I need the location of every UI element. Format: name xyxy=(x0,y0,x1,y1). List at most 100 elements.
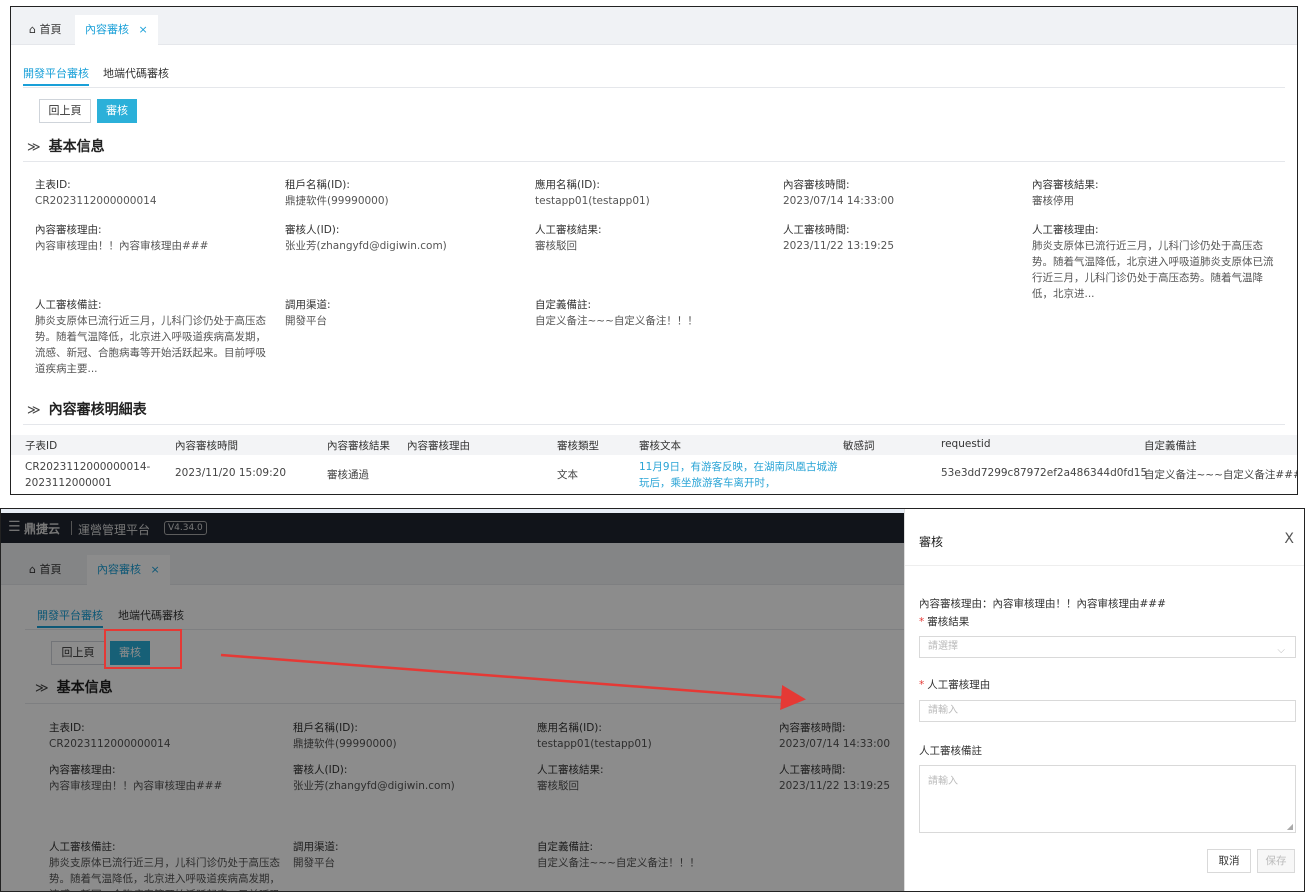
active-underline xyxy=(23,84,89,86)
subtab-dev-platform[interactable]: 開發平台審核 xyxy=(23,65,89,86)
back-button[interactable]: 回上頁 xyxy=(39,99,91,123)
tab-home-label: 首頁 xyxy=(39,23,62,36)
field-review-reason: 內容審核理由: 內容审核理由！！內容审核理由### xyxy=(35,222,265,254)
result-select[interactable]: 請選擇 ⌵ xyxy=(919,636,1296,658)
subtab-label: 地端代碼審核 xyxy=(103,67,169,80)
field-value: 開發平台 xyxy=(285,315,327,327)
cancel-button[interactable]: 取消 xyxy=(1207,849,1251,873)
field-value: testapp01(testapp01) xyxy=(535,195,650,207)
home-icon: ⌂ xyxy=(29,23,36,36)
field-manual-reason: 人工審核理由: 肺炎支原体已流行近三月，儿科门诊仍处于高压态势。随着气温降低，北… xyxy=(1032,222,1280,302)
field-master-id: 主表ID: CR2023112000000014 xyxy=(35,177,235,209)
col-header: 自定義備註 xyxy=(1144,440,1197,452)
col-header: 敏感詞 xyxy=(843,440,875,452)
field-value: 2023/11/22 13:19:25 xyxy=(783,240,895,252)
field-app: 應用名稱(ID): testapp01(testapp01) xyxy=(535,177,735,209)
field-label: 人工審核理由: xyxy=(1032,224,1099,236)
cell-remark: 自定义备注~~~自定义备注##### xyxy=(1144,469,1297,481)
field-reviewer: 審核人(ID): 张业芳(zhangyfd@digiwin.com) xyxy=(285,222,515,254)
resize-handle-icon[interactable]: ◢ xyxy=(1287,822,1293,831)
cell-sub-id: CR2023112000000014-2023112000001 xyxy=(25,461,151,489)
detail-table-title[interactable]: ≫ 內容審核明細表 xyxy=(27,399,147,419)
textarea-placeholder: 請輸入 xyxy=(928,776,958,787)
field-tenant: 租戶名稱(ID): 鼎捷软件(99990000) xyxy=(285,177,485,209)
basic-info-title[interactable]: ≫ 基本信息 xyxy=(27,136,105,156)
field-label: 人工審核時間: xyxy=(783,224,850,236)
cell-type: 文本 xyxy=(557,469,578,481)
subtab-onprem-code[interactable]: 地端代碼審核 xyxy=(103,65,169,81)
divider xyxy=(23,161,1285,162)
label-text: 人工審核備註 xyxy=(919,745,982,757)
top-screenshot: ⌂ 首頁 內容審核 × 開發平台審核 地端代碼審核 回上頁 審核 ≫ 基本信息 主… xyxy=(10,6,1298,495)
field-value: 肺炎支原体已流行近三月，儿科门诊仍处于高压态势。随着气温降低，北京进入呼吸道肺炎… xyxy=(1032,240,1274,300)
col-header: requestid xyxy=(941,438,991,450)
required-icon: * xyxy=(919,679,925,691)
field-label: 調用渠道: xyxy=(285,299,331,311)
divider xyxy=(23,424,1285,425)
select-placeholder: 請選擇 xyxy=(928,641,958,652)
field-manual-time: 人工審核時間: 2023/11/22 13:19:25 xyxy=(783,222,983,254)
field-value: 2023/07/14 14:33:00 xyxy=(783,195,895,207)
field-channel: 調用渠道: 開發平台 xyxy=(285,297,485,329)
save-button[interactable]: 保存 xyxy=(1257,849,1295,873)
cell-time: 2023/11/20 15:09:20 xyxy=(175,467,287,479)
field-label: 人工審核備註: xyxy=(35,299,102,311)
field-custom-remark: 自定義備註: 自定义备注~~~自定义备注！！！ xyxy=(535,297,775,329)
review-reason-text: 內容審核理由：內容审核理由！！內容审核理由### xyxy=(919,598,1166,610)
input-placeholder: 請輸入 xyxy=(928,705,958,716)
label-text: 人工審核理由 xyxy=(927,679,991,691)
field-value: 肺炎支原体已流行近三月，儿科门诊仍处于高压态势。随着气温降低，北京进入呼吸道疾病… xyxy=(35,315,266,375)
field-value: 審核駁回 xyxy=(535,240,577,252)
col-header: 審核類型 xyxy=(557,440,599,452)
field-review-time: 內容審核時間: 2023/07/14 14:33:00 xyxy=(783,177,983,209)
close-icon[interactable]: × xyxy=(139,23,148,36)
divider xyxy=(23,87,1285,88)
table-header: 子表ID 內容審核時間 內容審核結果 內容審核理由 審核類型 審核文本 敏感詞 … xyxy=(11,435,1297,455)
field-label: 內容審核結果: xyxy=(1032,179,1099,191)
field-value: 審核停用 xyxy=(1032,195,1074,207)
field-value: CR2023112000000014 xyxy=(35,195,157,207)
tab-bar: ⌂ 首頁 內容審核 × xyxy=(11,7,1297,45)
required-icon: * xyxy=(919,616,925,628)
col-header: 內容審核理由 xyxy=(407,440,470,452)
cell-text-link[interactable]: 11月9日，有游客反映，在湖南凤凰古城游玩后，乘坐旅游客车离开时， xyxy=(639,459,839,491)
chevron-collapse-icon: ≫ xyxy=(27,140,41,155)
cell-result: 審核通過 xyxy=(327,469,369,481)
section-title-text: 基本信息 xyxy=(48,139,105,155)
tab-home[interactable]: ⌂ 首頁 xyxy=(19,15,71,45)
field-value: 张业芳(zhangyfd@digiwin.com) xyxy=(285,240,447,252)
remark-textarea[interactable]: 請輸入 ◢ xyxy=(919,765,1296,833)
field-label: 自定義備註: xyxy=(535,299,592,311)
remark-label: 人工審核備註 xyxy=(919,743,982,758)
field-label: 租戶名稱(ID): xyxy=(285,179,350,191)
field-value: 自定义备注~~~自定义备注！！！ xyxy=(535,315,698,327)
field-manual-result: 人工審核結果: 審核駁回 xyxy=(535,222,735,254)
col-header: 內容審核時間 xyxy=(175,440,238,452)
field-label: 主表ID: xyxy=(35,179,71,191)
chevron-collapse-icon: ≫ xyxy=(27,403,41,418)
field-label: 審核人(ID): xyxy=(285,224,340,236)
manual-reason-input[interactable]: 請輸入 xyxy=(919,700,1296,722)
tab-content-review-label: 內容審核 xyxy=(85,23,129,36)
drawer-title: 審核 xyxy=(919,535,944,549)
manual-reason-label: * 人工審核理由 xyxy=(919,677,990,692)
tab-content-review[interactable]: 內容審核 × xyxy=(75,15,158,45)
chevron-down-icon: ⌵ xyxy=(1277,645,1285,656)
arrow-annotation xyxy=(220,653,806,710)
cell-requestid: 53e3dd7299c87972ef2a486344d0fd15 xyxy=(941,467,1148,479)
field-label: 人工審核結果: xyxy=(535,224,602,236)
field-manual-remark: 人工審核備註: 肺炎支原体已流行近三月，儿科门诊仍处于高压态势。随着气温降低，北… xyxy=(35,297,271,377)
field-label: 應用名稱(ID): xyxy=(535,179,600,191)
review-drawer: 審核 X 內容審核理由：內容审核理由！！內容审核理由### * 審核結果 請選擇 … xyxy=(904,509,1304,891)
result-label: * 審核結果 xyxy=(919,614,969,629)
field-label: 內容審核理由: xyxy=(35,224,102,236)
label-text: 審核結果 xyxy=(927,616,970,628)
field-value: 內容审核理由！！內容审核理由### xyxy=(35,240,209,252)
col-header: 內容審核結果 xyxy=(327,440,390,452)
close-icon[interactable]: X xyxy=(1284,531,1294,547)
col-header: 審核文本 xyxy=(639,440,681,452)
field-value: 鼎捷软件(99990000) xyxy=(285,195,389,207)
divider xyxy=(905,565,1304,566)
review-button[interactable]: 審核 xyxy=(97,99,137,123)
section-title-text: 內容審核明細表 xyxy=(48,402,147,418)
